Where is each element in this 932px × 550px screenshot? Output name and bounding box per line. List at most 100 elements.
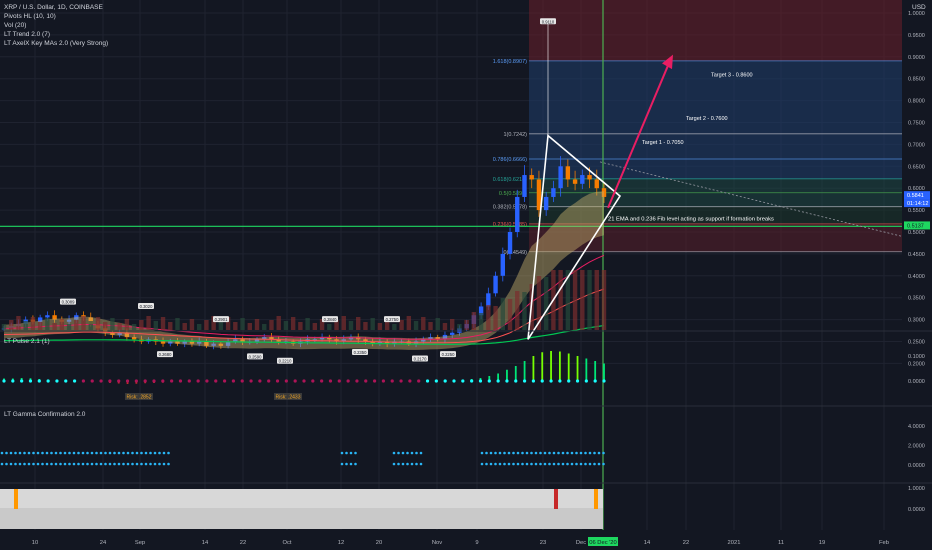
legend-pivots[interactable]: Pivots HL (10, 10) [4,12,108,21]
pulse-dot [364,379,368,383]
pulse-dot [2,379,6,383]
gamma-dot [345,462,348,466]
pulse-dot [196,379,200,383]
gamma-dot [99,451,103,455]
pulse-tick: 0.1000 [908,354,925,360]
pulse-dot [514,379,518,383]
volume-bar [486,305,491,330]
gamma-dot [401,451,405,455]
gamma-dot [122,462,125,466]
volume-bar [175,318,180,330]
time-tick: 11 [778,540,784,546]
gamma-dot [570,462,574,466]
gamma-dot [584,451,587,455]
pulse-bar [558,351,561,381]
gamma-dot [77,451,80,455]
pivot-tag: 0.2170 [414,357,427,362]
currency-label: USD [912,4,926,11]
volume-bar [59,319,65,330]
gamma-dot [72,451,76,455]
gamma-dot [557,462,560,466]
time-tick: 19 [819,540,825,546]
pulse-dot [143,379,147,383]
volume-bar [478,313,484,330]
candle-body [587,175,592,180]
legend-trend[interactable]: LT Trend 2.0 (7) [4,30,108,39]
gamma-dot [575,451,578,455]
candle-body [449,332,455,335]
price-tick: 0.7500 [908,121,925,127]
pulse-dot [46,379,50,383]
volume-bar [435,318,440,330]
gamma-dot [113,462,116,466]
pulse-bar [514,366,517,381]
fib-label: 0.786(0.6666) [493,157,527,163]
pulse-bar [506,369,508,381]
volume-bar [124,319,130,330]
volume-bar [153,321,159,330]
volume-bar [37,322,43,330]
gamma-dot [104,451,107,455]
volume-bar [493,306,498,330]
gamma-dot [63,451,67,455]
gamma-dot [498,462,502,466]
pulse-dot [408,379,412,383]
pivot-tag: 0.2250 [442,352,455,357]
volume-bar [52,323,57,330]
gamma-dot [566,462,569,466]
time-tick: 10 [32,540,38,546]
strip-mark [14,489,18,509]
gamma-dot [36,462,40,466]
pulse-dot [522,379,527,383]
volume-bar [276,316,281,330]
gamma-dot [548,462,551,466]
price-tick: 0.8500 [908,77,925,83]
gamma-dot [561,462,565,466]
gamma-dot [602,451,605,455]
gamma-dot [167,462,170,466]
gamma-dot [597,451,601,455]
gamma-panel-label[interactable]: LT Gamma Confirmation 2.0 [4,411,85,418]
time-tick: 22 [240,540,246,546]
candle-body [529,175,534,180]
volume-bar [189,319,195,330]
volume-bar [262,324,267,330]
legend-vol[interactable]: Vol (20) [4,21,108,30]
time-tick: 24 [100,540,107,546]
gamma-dot [543,451,547,455]
date-tag: 06 Dec '20 [589,540,617,546]
gamma-dot [530,462,533,466]
volume-bar [9,320,14,330]
gamma-dot [32,462,35,466]
volume-bar [558,270,563,330]
pulse-dot [37,379,41,383]
gamma-dot [552,462,556,466]
volume-bar [428,322,433,330]
volume-bar [522,292,527,330]
volume-bar [247,323,252,330]
strip-tick: 1.0000 [908,486,925,492]
gamma-dot [81,451,85,455]
price-tick: 1.0000 [908,11,925,17]
gamma-dot [41,451,44,455]
pulse-dot [72,379,77,383]
volume-bar [103,322,108,330]
volume-bar [543,277,549,330]
volume-bar [45,318,50,330]
gamma-dot [401,462,405,466]
gamma-dot [131,451,134,455]
chart-canvas[interactable]: 1.618(0.8907) 1(0.7242) 0.786(0.6666) 0.618… [0,0,932,550]
gamma-dot [86,462,89,466]
pulse-panel-label[interactable]: LT Pulse 2.1 (1) [4,338,50,345]
candle-body [486,293,491,307]
gamma-dot [552,451,556,455]
target-label: Target 1 - 0.7050 [642,140,684,146]
legend-symbol[interactable]: XRP / U.S. Dollar, 1D, COINBASE [4,3,108,12]
volume-bar [442,323,448,330]
candle-body [45,315,50,318]
pulse-dot [178,379,183,383]
candle-body [515,196,520,232]
legend-keymas[interactable]: LT AxelX Key MAs 2.0 (Very Strong) [4,39,108,48]
gamma-dot [162,462,166,466]
pulse-dot [496,379,500,383]
